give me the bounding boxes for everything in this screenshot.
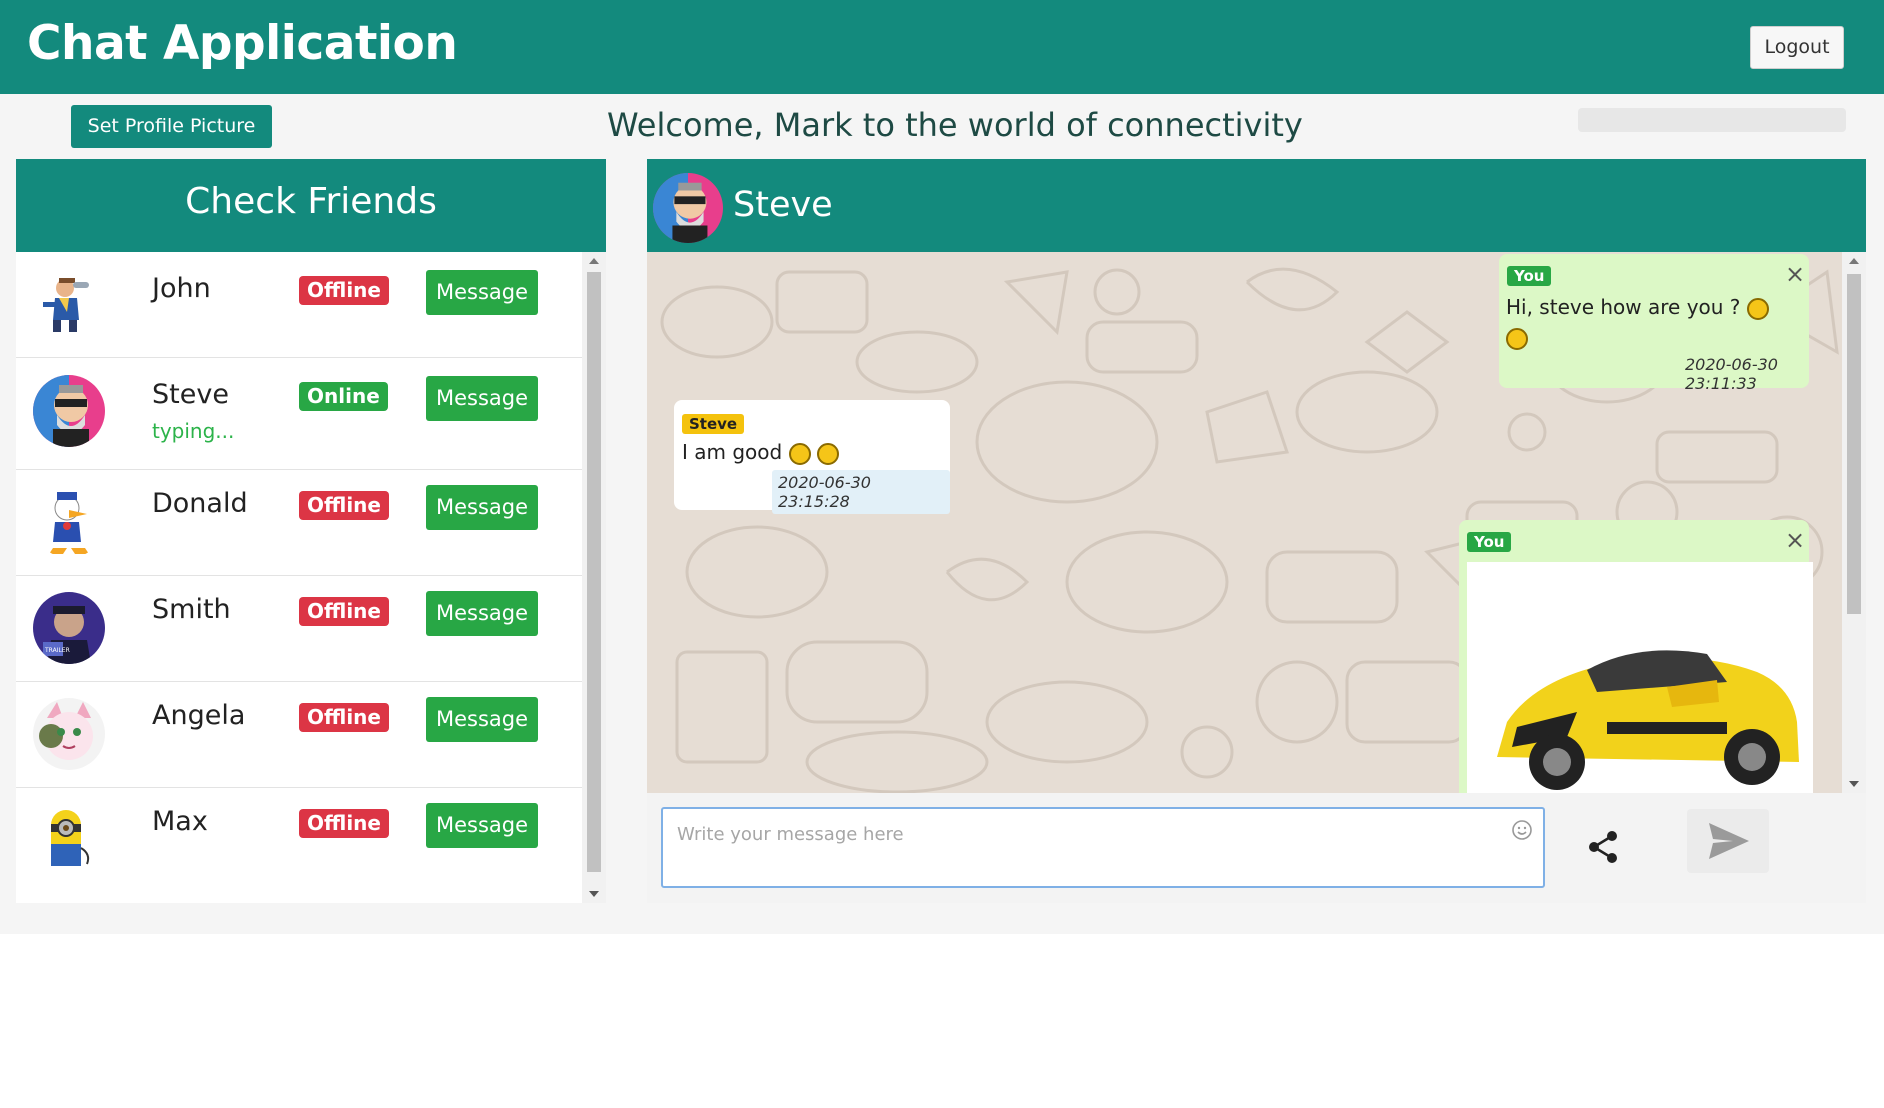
friend-name: Donald	[152, 488, 248, 519]
typing-indicator: typing...	[152, 419, 235, 443]
status-badge: Offline	[299, 491, 389, 520]
message-text: I am good	[682, 440, 783, 464]
friend-item-steve[interactable]: Steve typing... Online Message	[16, 358, 582, 470]
friends-panel: Check Friends John Offline Message Steve…	[16, 159, 606, 903]
message-button[interactable]: Message	[426, 376, 538, 421]
avatar: TRAILER	[33, 592, 105, 664]
avatar	[33, 804, 105, 876]
friend-name: Smith	[152, 594, 231, 625]
message-composer	[661, 807, 1545, 888]
message-timestamp: 2020-06-30 23:11:33	[1685, 355, 1778, 393]
welcome-message: Welcome, Mark to the world of connectivi…	[607, 106, 1303, 144]
emoji-icon	[1746, 297, 1769, 320]
app-title: Chat Application	[27, 16, 458, 71]
avatar	[33, 698, 105, 770]
scrollbar-thumb[interactable]	[587, 272, 601, 872]
share-icon[interactable]	[1579, 822, 1629, 872]
logout-button[interactable]: Logout	[1750, 26, 1844, 69]
smiley-icon[interactable]	[1511, 819, 1533, 841]
message-button[interactable]: Message	[426, 803, 538, 848]
send-icon	[1709, 823, 1749, 859]
message-area: You × Hi, steve how are you ? 2020-06-30…	[647, 252, 1842, 793]
message-area-scrollbar[interactable]	[1842, 252, 1866, 793]
message-bubble-incoming: Steve I am good 2020-06-30 23:15:28	[674, 400, 950, 514]
chat-header: Steve	[647, 159, 1866, 252]
avatar	[33, 375, 105, 447]
friend-name: Angela	[152, 700, 246, 731]
scroll-down-icon[interactable]	[1849, 781, 1859, 787]
avatar	[33, 268, 105, 340]
emoji-icon	[788, 442, 811, 465]
friend-list-scrollbar[interactable]	[582, 252, 606, 903]
message-button[interactable]: Message	[426, 485, 538, 530]
friend-item-donald[interactable]: Donald Offline Message	[16, 470, 582, 576]
message-button[interactable]: Message	[426, 591, 538, 636]
message-input[interactable]	[677, 819, 1497, 849]
avatar	[33, 486, 105, 558]
emoji-icon	[1506, 327, 1528, 350]
status-badge: Offline	[299, 809, 389, 838]
message-timestamp: 2020-06-30 23:15:28	[772, 470, 950, 514]
friend-list: John Offline Message Steve typing... Onl…	[16, 252, 582, 903]
friend-item-angela[interactable]: Angela Offline Message	[16, 682, 582, 788]
set-profile-picture-button[interactable]: Set Profile Picture	[71, 105, 272, 148]
page-content: Set Profile Picture Welcome, Mark to the…	[0, 94, 1884, 934]
top-search-field[interactable]	[1578, 108, 1846, 132]
status-badge: Online	[299, 382, 388, 411]
message-bubble-outgoing: You ×	[1459, 520, 1813, 793]
friend-item-john[interactable]: John Offline Message	[16, 252, 582, 358]
emoji-icon	[816, 442, 839, 465]
message-button[interactable]: Message	[426, 697, 538, 742]
friends-panel-title: Check Friends	[16, 159, 606, 252]
message-bubble-outgoing: You × Hi, steve how are you ? 2020-06-30…	[1499, 254, 1809, 393]
sender-tag: You	[1467, 532, 1512, 552]
avatar	[653, 173, 723, 243]
chat-contact-name: Steve	[733, 185, 833, 225]
sender-tag: Steve	[682, 414, 745, 434]
send-button[interactable]	[1687, 809, 1769, 873]
scrollbar-thumb[interactable]	[1847, 274, 1861, 614]
svg-text:TRAILER: TRAILER	[44, 647, 70, 654]
friend-name: Max	[152, 806, 208, 837]
message-text: Hi, steve how are you ?	[1506, 295, 1741, 319]
message-text-container: Hi, steve how are you ?	[1506, 292, 1796, 352]
close-icon[interactable]: ×	[1785, 528, 1805, 552]
status-badge: Offline	[299, 597, 389, 626]
message-text-container: I am good	[682, 440, 839, 465]
friend-name: Steve	[152, 379, 229, 410]
status-badge: Offline	[299, 276, 389, 305]
friend-name: John	[152, 273, 211, 304]
message-button[interactable]: Message	[426, 270, 538, 315]
attached-image[interactable]	[1467, 562, 1813, 793]
status-badge: Offline	[299, 703, 389, 732]
top-navbar: Chat Application Logout	[0, 0, 1884, 94]
friend-item-max[interactable]: Max Offline Message	[16, 788, 582, 903]
close-icon[interactable]: ×	[1785, 262, 1805, 286]
scroll-down-icon[interactable]	[589, 891, 599, 897]
scroll-up-icon[interactable]	[1849, 258, 1859, 264]
chat-panel: Steve You × Hi, steve how are you ? 2020…	[647, 159, 1866, 903]
scroll-up-icon[interactable]	[589, 258, 599, 264]
sender-tag: You	[1507, 266, 1552, 286]
friend-item-smith[interactable]: TRAILER Smith Offline Message	[16, 576, 582, 682]
